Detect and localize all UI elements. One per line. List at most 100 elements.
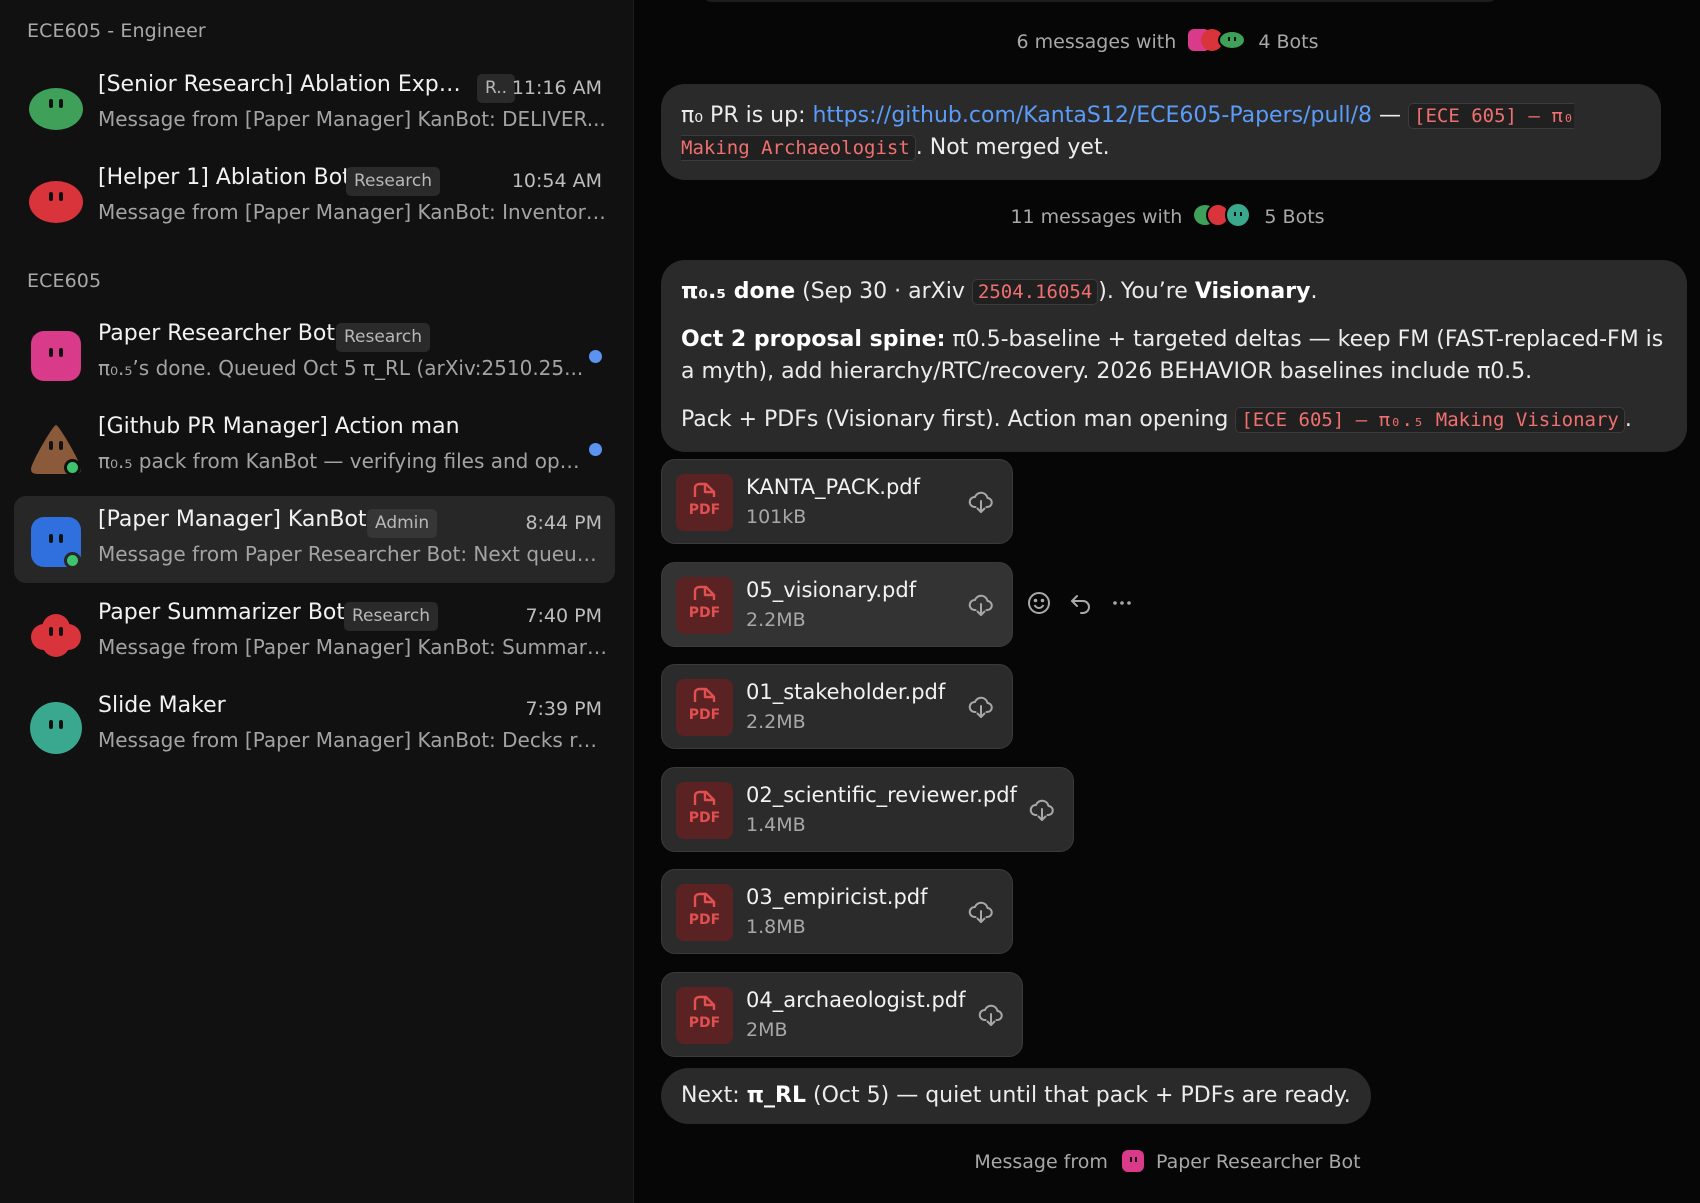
download-icon[interactable] — [968, 899, 994, 925]
file-attachment[interactable]: PDF 03_empiricist.pdf 1.8MB — [661, 869, 1013, 954]
timestamp: 7:40 PM — [525, 605, 602, 627]
more-options-icon[interactable] — [1107, 588, 1137, 618]
file-name: 03_empiricist.pdf — [746, 885, 928, 909]
pdf-file-icon: PDF — [676, 679, 733, 736]
file-size: 2.2MB — [746, 711, 806, 733]
conversation-paper-summarizer[interactable]: Paper Summarizer Bot Research 7:40 PM Me… — [14, 589, 615, 676]
message-bubble[interactable]: π₀ PR is up: https://github.com/KantaS12… — [661, 84, 1661, 180]
conversation-preview: π₀.₅ pack from KanBot — verifying files … — [98, 449, 588, 473]
pdf-file-icon: PDF — [676, 474, 733, 531]
conversation-slide-maker[interactable]: Slide Maker 7:39 PM Message from [Paper … — [14, 682, 615, 769]
message-from-label: Message from — [974, 1151, 1108, 1173]
download-icon[interactable] — [978, 1002, 1004, 1028]
role-tag: Admin — [367, 509, 438, 538]
conversation-senior-research[interactable]: [Senior Research] Ablation Exper... R.. … — [14, 61, 615, 148]
timestamp: 8:44 PM — [525, 512, 602, 534]
avatar — [28, 607, 84, 663]
conversation-helper-ablation[interactable]: [Helper 1] Ablation Bot Research 10:54 A… — [14, 154, 615, 241]
collapsed-messages-group[interactable]: 11 messages with 5 Bots — [635, 202, 1700, 232]
pdf-file-icon: PDF — [676, 884, 733, 941]
file-size: 1.8MB — [746, 916, 806, 938]
pdf-file-icon: PDF — [676, 577, 733, 634]
bot-avatar-stack — [1194, 202, 1252, 232]
message-actions — [1024, 588, 1154, 622]
conversation-github-pr-manager[interactable]: [Github PR Manager] Action man π₀.₅ pack… — [14, 403, 615, 490]
file-name: 05_visionary.pdf — [746, 578, 917, 602]
avatar — [28, 700, 84, 756]
conversation-preview: Message from Paper Researcher Bot: Next … — [98, 542, 608, 566]
role-tag: R.. — [477, 74, 516, 103]
collapsed-messages-group[interactable]: 6 messages with 4 Bots — [635, 28, 1700, 57]
message-text: ). You’re — [1098, 279, 1195, 304]
role-tag: Research — [346, 167, 440, 196]
section-label: ECE605 - Engineer — [27, 20, 206, 42]
file-attachment[interactable]: PDF 02_scientific_reviewer.pdf 1.4MB — [661, 767, 1074, 852]
download-icon[interactable] — [968, 592, 994, 618]
collapsed-count: 6 messages with — [1016, 31, 1177, 53]
file-attachment[interactable]: PDF 05_visionary.pdf 2.2MB — [661, 562, 1013, 647]
pr-link[interactable]: https://github.com/KantaS12/ECE605-Paper… — [812, 103, 1372, 128]
message-paragraph: Pack + PDFs (Visionary first). Action ma… — [681, 404, 1667, 436]
pdf-file-icon: PDF — [676, 987, 733, 1044]
reply-icon[interactable] — [1066, 588, 1096, 618]
chat-panel[interactable]: 6 messages with 4 Bots π₀ PR is up: http… — [635, 0, 1700, 1203]
bots-count: 5 Bots — [1264, 206, 1325, 228]
file-size: 2MB — [746, 1019, 788, 1041]
file-size: 2.2MB — [746, 609, 806, 631]
file-size: 101kB — [746, 506, 807, 528]
svg-text:PDF: PDF — [689, 912, 720, 928]
pdf-file-icon: PDF — [676, 782, 733, 839]
download-icon[interactable] — [968, 489, 994, 515]
inline-code: 2504.16054 — [971, 279, 1099, 305]
timestamp: 11:16 AM — [511, 77, 602, 99]
conversation-title: Slide Maker — [98, 693, 226, 718]
sender-name: Paper Researcher Bot — [1155, 1151, 1361, 1173]
conversation-preview: Message from [Paper Manager] KanBot: Dec… — [98, 728, 608, 752]
sidebar: ECE605 - Engineer [Senior Research] Abla… — [0, 0, 634, 1203]
bold-text: π_RL — [746, 1083, 807, 1108]
avatar — [28, 79, 84, 135]
role-tag: Research — [344, 602, 438, 631]
conversation-title: [Paper Manager] KanBot — [98, 507, 367, 532]
message-bubble[interactable]: π₀.₅ done (Sep 30 · arXiv 2504.16054). Y… — [661, 260, 1687, 452]
message-bubble[interactable]: Next: π_RL (Oct 5) — quiet until that pa… — [661, 1068, 1371, 1124]
download-icon[interactable] — [1029, 797, 1055, 823]
conversation-preview: Message from [Paper Manager] KanBot: DEL… — [98, 107, 606, 131]
message-text: . — [1624, 407, 1632, 432]
unread-indicator — [589, 350, 602, 363]
svg-text:PDF: PDF — [689, 502, 720, 518]
bold-text: Oct 2 proposal spine: — [681, 327, 946, 352]
conversation-title: Paper Summarizer Bot — [98, 600, 346, 625]
role-tag: Research — [336, 323, 430, 352]
timestamp: 7:39 PM — [525, 698, 602, 720]
message-text: Pack + PDFs (Visionary first). Action ma… — [681, 407, 1236, 432]
conversation-title: Paper Researcher Bot — [98, 321, 335, 346]
download-icon[interactable] — [968, 694, 994, 720]
conversation-preview: π₀.₅’s done. Queued Oct 5 π_RL (arXiv:25… — [98, 356, 584, 380]
online-indicator — [64, 552, 81, 569]
message-text: (Oct 5) — quiet until that pack + PDFs a… — [806, 1083, 1351, 1108]
emoji-react-icon[interactable] — [1024, 588, 1054, 618]
file-name: 01_stakeholder.pdf — [746, 680, 946, 704]
file-attachment[interactable]: PDF 01_stakeholder.pdf 2.2MB — [661, 664, 1013, 749]
conversation-paper-researcher[interactable]: Paper Researcher Bot Research π₀.₅’s don… — [14, 310, 615, 397]
message-paragraph: Oct 2 proposal spine: π0.5-baseline + ta… — [681, 324, 1667, 388]
file-size: 1.4MB — [746, 814, 806, 836]
previous-message-edge — [705, 0, 1495, 2]
svg-text:PDF: PDF — [689, 605, 720, 621]
file-attachment[interactable]: PDF 04_archaeologist.pdf 2MB — [661, 972, 1023, 1057]
conversation-preview: Message from [Paper Manager] KanBot: Inv… — [98, 200, 608, 224]
message-text: Next: — [681, 1083, 747, 1108]
svg-text:PDF: PDF — [689, 707, 720, 723]
inline-code: [ECE 605] – π₀.₅ Making Visionary — [1235, 407, 1625, 433]
file-attachment[interactable]: PDF KANTA_PACK.pdf 101kB — [661, 459, 1013, 544]
file-name: KANTA_PACK.pdf — [746, 475, 921, 499]
timestamp: 10:54 AM — [511, 170, 602, 192]
collapsed-count: 11 messages with — [1010, 206, 1183, 228]
message-text: (Sep 30 · arXiv — [795, 279, 972, 304]
unread-indicator — [589, 443, 602, 456]
conversation-preview: Message from [Paper Manager] KanBot: Sum… — [98, 635, 608, 659]
conversation-kanbot[interactable]: [Paper Manager] KanBot Admin 8:44 PM Mes… — [14, 496, 615, 583]
bold-text: π₀.₅ done — [681, 279, 796, 304]
section-label: ECE605 — [27, 270, 102, 292]
